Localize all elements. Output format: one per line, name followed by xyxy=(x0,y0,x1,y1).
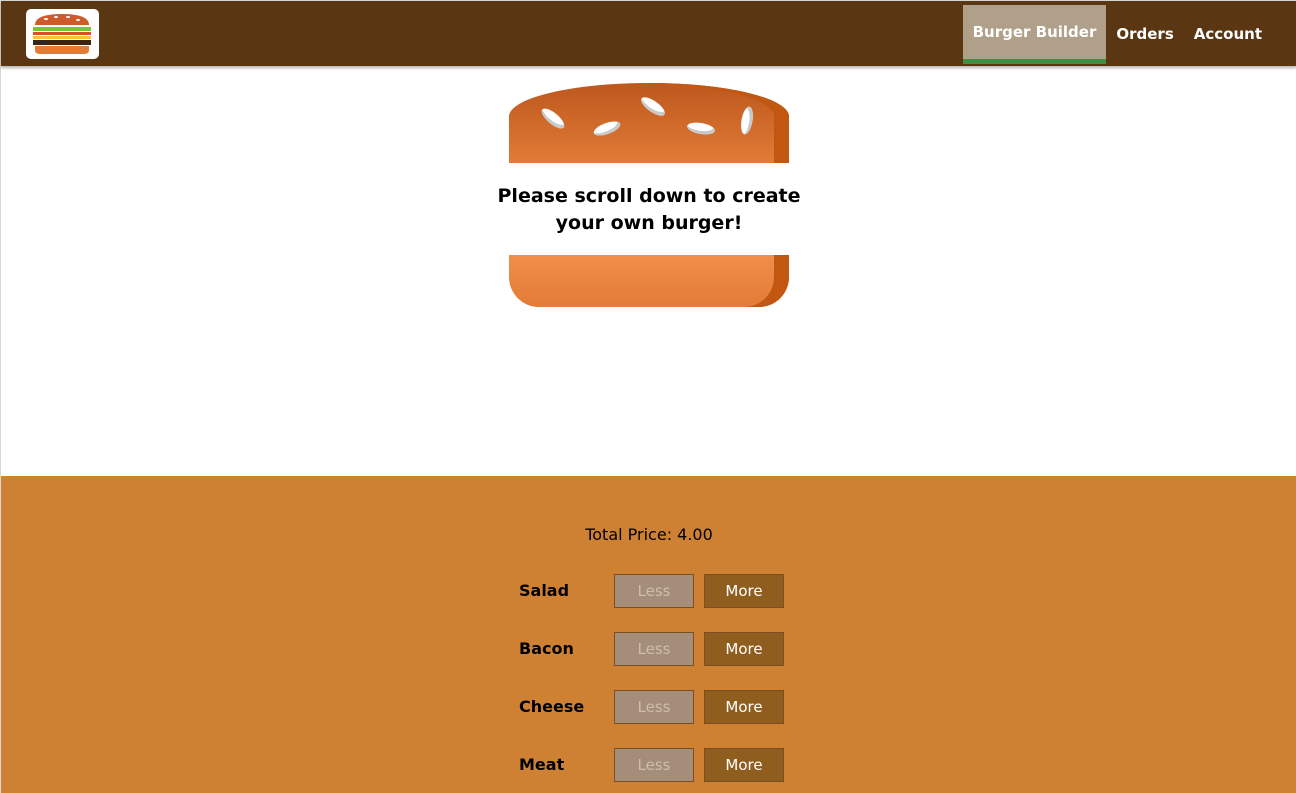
toolbar: Burger Builder Orders Account xyxy=(1,1,1296,66)
bacon-more-button[interactable]: More xyxy=(704,632,784,666)
burger-preview: Please scroll down to create your own bu… xyxy=(1,66,1296,476)
control-row-cheese: Cheese Less More xyxy=(519,690,784,724)
control-row-bacon: Bacon Less More xyxy=(519,632,784,666)
logo[interactable] xyxy=(26,9,99,59)
ingredient-label: Cheese xyxy=(519,697,585,716)
cheese-less-button[interactable]: Less xyxy=(614,690,694,724)
scroll-message: Please scroll down to create your own bu… xyxy=(497,185,801,234)
bread-top xyxy=(509,83,789,163)
bacon-less-button[interactable]: Less xyxy=(614,632,694,666)
meat-less-button[interactable]: Less xyxy=(614,748,694,782)
nav-burger-builder[interactable]: Burger Builder xyxy=(962,5,1107,64)
ingredient-label: Salad xyxy=(519,581,570,600)
nav-account[interactable]: Account xyxy=(1184,1,1272,66)
meat-more-button[interactable]: More xyxy=(704,748,784,782)
burger-logo-icon xyxy=(33,14,91,54)
salad-less-button[interactable]: Less xyxy=(614,574,694,608)
ingredient-label: Bacon xyxy=(519,639,574,658)
ingredient-label: Meat xyxy=(519,755,565,774)
total-price: Total Price: 4.00 xyxy=(585,525,713,544)
salad-more-button[interactable]: More xyxy=(704,574,784,608)
build-controls: Total Price: 4.00 Salad Less More Bacon … xyxy=(1,476,1296,793)
cheese-more-button[interactable]: More xyxy=(704,690,784,724)
control-row-meat: Meat Less More xyxy=(519,748,784,782)
bread-bottom xyxy=(509,255,789,307)
nav-orders[interactable]: Orders xyxy=(1106,1,1183,66)
main-nav: Burger Builder Orders Account xyxy=(962,1,1272,66)
control-row-salad: Salad Less More xyxy=(519,574,784,608)
